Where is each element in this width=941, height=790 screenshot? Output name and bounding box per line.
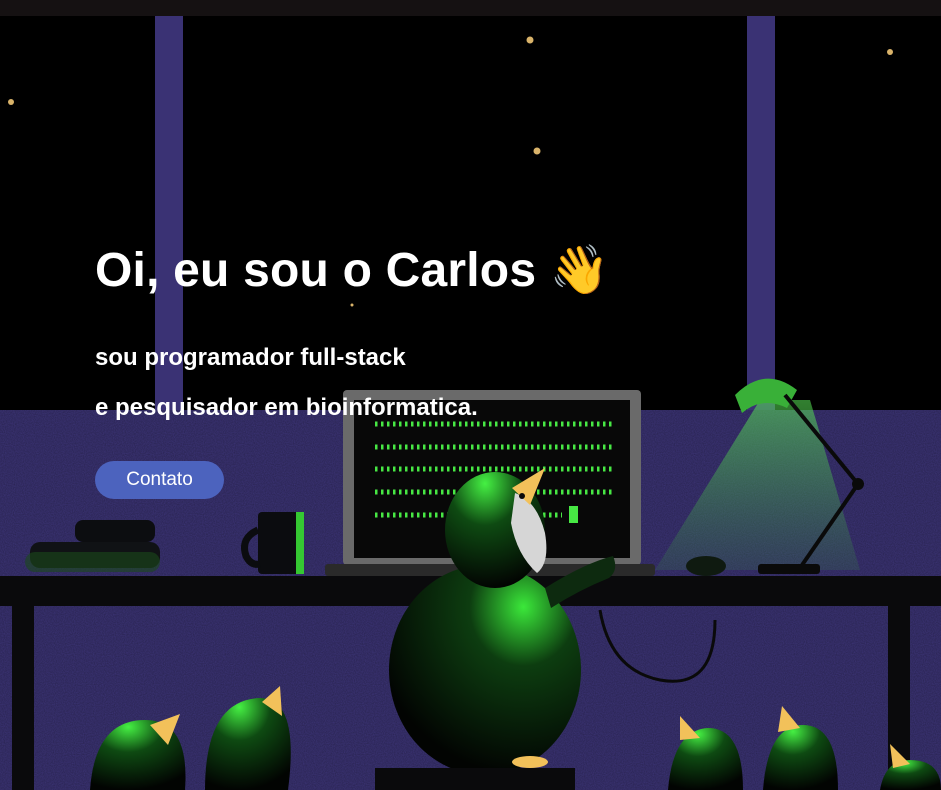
- contact-button[interactable]: Contato: [95, 461, 224, 499]
- hero-section: Oi, eu sou o Carlos 👋 sou programador fu…: [95, 238, 610, 499]
- subtitle-line-2: e pesquisador em bioinformatica.: [95, 394, 478, 421]
- top-bar: [0, 0, 941, 16]
- hero-title: Oi, eu sou o Carlos 👋: [95, 238, 610, 304]
- subtitle-line-1: sou programador full-stack: [95, 344, 406, 371]
- page: Oi, eu sou o Carlos 👋 sou programador fu…: [0, 0, 941, 790]
- greeting-text: Oi, eu sou o Carlos: [95, 244, 537, 297]
- wave-emoji-icon: 👋: [549, 244, 610, 297]
